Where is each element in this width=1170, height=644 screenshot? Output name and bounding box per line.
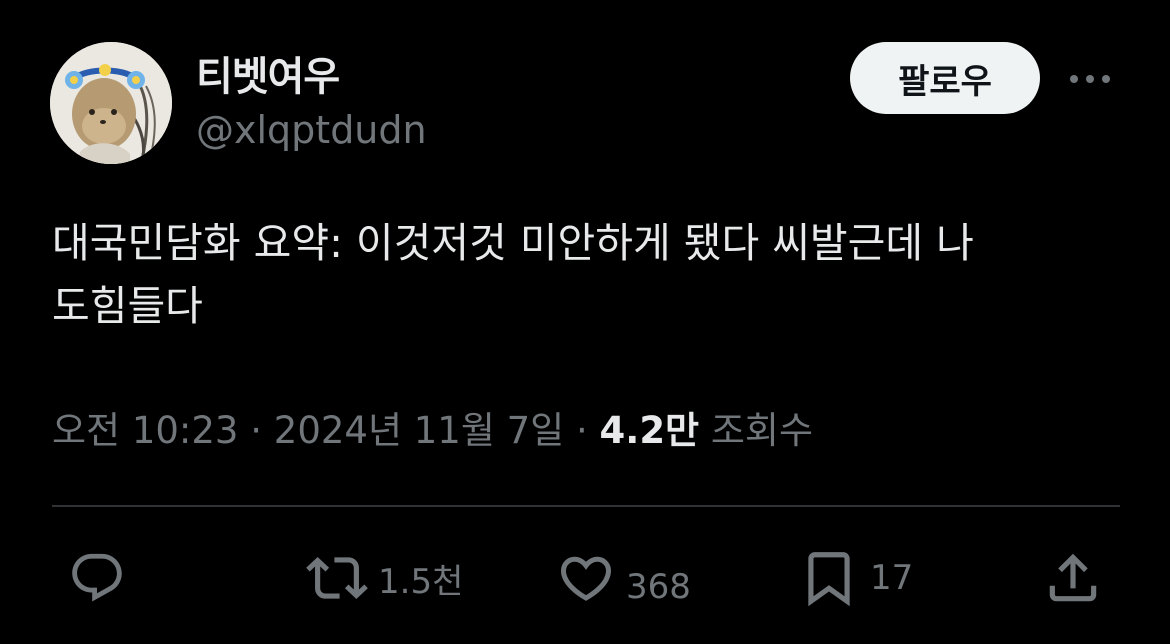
tweet-text: 대국민담화 요약: 이것저것 미안하게 됐다 씨발근데 나 도힘들다 xyxy=(52,219,974,330)
reply-button[interactable] xyxy=(68,548,126,608)
more-horizontal-icon[interactable] xyxy=(1066,64,1114,94)
share-button[interactable] xyxy=(1042,548,1104,608)
avatar[interactable] xyxy=(50,42,172,164)
bookmark-icon xyxy=(808,552,850,607)
retweet-count: 1.5천 xyxy=(378,561,464,602)
tweet-time[interactable]: 오전 10:23 xyxy=(52,409,238,452)
retweet-button[interactable]: 1.5천 xyxy=(306,548,463,608)
retweet-icon xyxy=(306,557,368,599)
fox-avatar-image xyxy=(50,42,172,164)
bookmark-button[interactable]: 17 xyxy=(798,548,913,608)
heart-icon xyxy=(560,556,612,601)
like-button[interactable]: 368 xyxy=(556,548,691,608)
tweet-date[interactable]: 2024년 11월 7일 xyxy=(274,409,564,452)
meta-separator: · xyxy=(250,409,263,452)
display-name[interactable]: 티벳여우 xyxy=(196,44,340,102)
divider xyxy=(52,505,1120,507)
share-icon xyxy=(1049,553,1097,602)
like-count: 368 xyxy=(626,567,691,607)
views-count: 4.2만 xyxy=(599,409,700,452)
follow-button[interactable]: 팔로우 xyxy=(850,42,1040,114)
reply-icon xyxy=(72,553,122,602)
bookmark-count: 17 xyxy=(870,558,914,598)
tweet-meta: 오전 10:23 · 2024년 11월 7일 · 4.2만 조회수 xyxy=(52,400,813,454)
views-label: 조회수 xyxy=(710,409,813,452)
meta-separator: · xyxy=(575,409,588,452)
user-handle[interactable]: @xlqptdudn xyxy=(196,108,427,152)
